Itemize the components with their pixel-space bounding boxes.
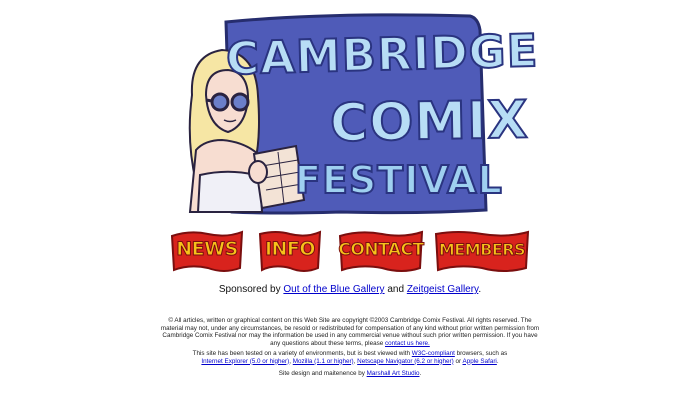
tested-prefix: This site has been tested on a variety o… — [192, 350, 411, 357]
logo-word-festival: FESTIVAL — [294, 157, 503, 203]
mozilla-link[interactable]: Mozilla (1.1 or higher) — [293, 358, 354, 365]
comma: , — [289, 357, 291, 365]
logo-word-comix: COMIX — [328, 89, 530, 154]
period: . — [496, 357, 499, 365]
tested-or: or — [455, 357, 462, 365]
festival-logo: CAMBRIDGE COMIX FESTIVAL — [0, 0, 700, 225]
copyright-notice: © All articles, written or graphical con… — [160, 317, 540, 347]
nav-news-label: NEWS — [176, 238, 239, 261]
nav-info-label: INFO — [264, 238, 316, 261]
marshall-art-studio-link[interactable]: Marshall Art Studio — [367, 370, 420, 377]
apple-safari-link[interactable]: Apple Safari — [463, 358, 497, 365]
nav-contact-button[interactable]: CONTACT — [338, 228, 425, 274]
sponsor-prefix: Sponsored by — [218, 284, 281, 295]
comma: , — [353, 357, 356, 365]
credits-prefix: Site design and maitenence by — [278, 370, 365, 377]
internet-explorer-link[interactable]: Internet Explorer (5.0 or higher) — [201, 358, 289, 365]
sponsor-line: Sponsored by Out of the Blue Gallery and… — [0, 284, 700, 295]
nav-info-button[interactable]: INFO — [258, 228, 322, 274]
nav-members-button[interactable]: MEMBERS — [434, 228, 530, 274]
w3c-compliant-link[interactable]: W3C-compliant — [412, 350, 455, 357]
contact-us-link[interactable]: contact us here. — [385, 340, 430, 347]
zeitgeist-gallery-link[interactable]: Zeitgeist Gallery — [407, 284, 479, 295]
copyright-text: © All articles, written or graphical con… — [160, 317, 540, 347]
browser-compatibility-notice: This site has been tested on a variety o… — [160, 350, 540, 365]
sponsor-period: . — [478, 284, 482, 295]
tested-mid: browsers, such as — [456, 350, 508, 357]
main-nav: NEWS INFO CONTACT MEMBERS — [168, 228, 533, 278]
nav-members-label: MEMBERS — [438, 240, 526, 260]
period: . — [419, 370, 422, 377]
sponsor-and: and — [387, 284, 405, 295]
netscape-navigator-link[interactable]: Netscape Navigator (6.2 or higher) — [357, 358, 454, 365]
logo-word-cambridge: CAMBRIDGE — [224, 23, 540, 86]
nav-contact-label: CONTACT — [338, 240, 425, 261]
site-credits: Site design and maitenence by Marshall A… — [160, 370, 540, 378]
out-of-the-blue-gallery-link[interactable]: Out of the Blue Gallery — [283, 284, 384, 295]
nav-news-button[interactable]: NEWS — [170, 228, 244, 274]
